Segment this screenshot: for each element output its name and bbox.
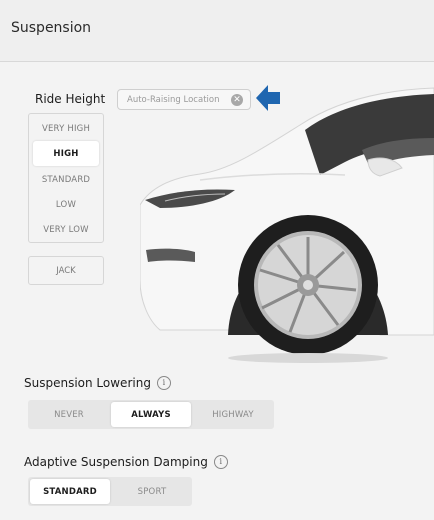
ride-height-option-standard[interactable]: STANDARD <box>29 167 103 192</box>
adaptive-damping-label: Adaptive Suspension Damping <box>24 455 208 469</box>
adaptive-damping-option-standard[interactable]: STANDARD <box>30 479 110 504</box>
suspension-lowering-label: Suspension Lowering <box>24 376 151 390</box>
info-icon[interactable]: i <box>213 455 228 469</box>
suspension-lowering-option-never[interactable]: NEVER <box>28 400 110 429</box>
ride-height-option-high[interactable]: HIGH <box>33 141 99 166</box>
arrow-left-icon <box>256 85 280 111</box>
page-title: Suspension <box>11 20 92 36</box>
header-bar: Suspension <box>0 0 434 62</box>
ride-height-option-low[interactable]: LOW <box>29 192 103 217</box>
ride-height-options: VERY HIGH HIGH STANDARD LOW VERY LOW <box>28 113 104 243</box>
adaptive-damping-selector: STANDARD SPORT <box>28 477 192 506</box>
jack-button[interactable]: JACK <box>28 256 104 285</box>
auto-raising-location-text: Auto-Raising Location <box>127 94 220 105</box>
info-icon[interactable]: i <box>156 376 171 390</box>
adaptive-damping-heading: Adaptive Suspension Damping i <box>24 455 228 469</box>
car-image <box>140 87 434 363</box>
adaptive-damping-option-sport[interactable]: SPORT <box>112 477 192 506</box>
ride-height-option-very-low[interactable]: VERY LOW <box>29 217 103 242</box>
suspension-lowering-heading: Suspension Lowering i <box>24 376 171 390</box>
suspension-lowering-selector: NEVER ALWAYS HIGHWAY <box>28 400 274 429</box>
suspension-lowering-option-highway[interactable]: HIGHWAY <box>192 400 274 429</box>
ride-height-label: Ride Height <box>35 92 106 106</box>
suspension-lowering-option-always[interactable]: ALWAYS <box>111 402 191 427</box>
auto-raising-location-chip[interactable]: Auto-Raising Location ✕ <box>117 89 251 110</box>
close-circle-icon[interactable]: ✕ <box>231 94 243 106</box>
ride-height-option-very-high[interactable]: VERY HIGH <box>29 116 103 141</box>
